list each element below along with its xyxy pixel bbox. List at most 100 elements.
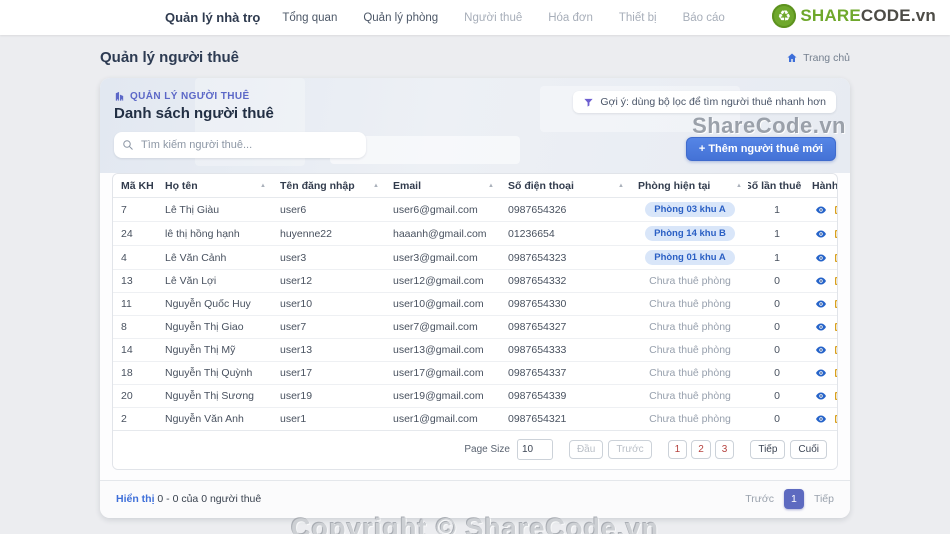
page-button-2[interactable]: 2 [691,440,711,459]
prev-page-button[interactable]: Trước [608,440,652,459]
tenant-row: 4 Lê Văn Cảnh user3 user3@gmail.com 09876543… [113,245,838,270]
nav-item-người-thuê[interactable]: Người thuê [464,12,522,24]
view-icon[interactable] [815,298,827,310]
tenant-row: 11 Nguyễn Quốc Huy user10 user10@gmail.com 0… [113,292,838,316]
page-head: Quản lý người thuê Trang chủ [0,35,950,70]
footer-current-page[interactable]: 1 [783,489,804,509]
tenant-id: 11 [113,292,157,316]
nav-item-hóa-đơn[interactable]: Hóa đơn [548,12,593,24]
edit-icon[interactable] [833,344,838,356]
sort-icon[interactable]: ▲ [803,183,804,189]
room-badge: Phòng 14 khu B [645,226,735,241]
tenant-id: 4 [113,245,157,270]
last-page-button[interactable]: Cuối [790,440,827,459]
edit-icon[interactable] [833,390,838,402]
tenant-email: user19@gmail.com [385,384,500,408]
row-actions [804,292,838,316]
rent-count: 0 [748,384,804,408]
add-tenant-button[interactable]: + Thêm người thuê mới [685,137,836,161]
view-icon[interactable] [815,367,827,379]
app-brand[interactable]: Quản lý nhà trọ [165,10,260,25]
sort-icon[interactable]: ▲ [260,183,266,189]
tenant-username: user6 [272,197,385,222]
tenant-row: 13 Lê Văn Lợi user12 user12@gmail.com 098765… [113,269,838,293]
sharecode-logo[interactable]: ♻ SHARECODE.vn [772,4,936,28]
column-header[interactable]: Phòng hiện tại ▲ [630,174,748,198]
room-badge: Phòng 03 khu A [645,202,735,217]
card-heading: Danh sách người thuê [114,105,274,122]
sort-icon[interactable]: ▲ [156,183,157,189]
first-page-button[interactable]: Đầu [568,440,604,459]
search-input[interactable] [141,139,358,151]
next-page-button[interactable]: Tiếp [750,440,786,459]
tenant-phone: 01236654 [500,221,630,246]
edit-icon[interactable] [833,275,838,287]
edit-icon[interactable] [833,252,838,264]
column-header[interactable]: Họ tên ▲ [157,174,272,198]
column-header[interactable]: Số điện thoại ▲ [500,174,630,198]
view-icon[interactable] [815,228,827,240]
edit-icon[interactable] [833,298,838,310]
edit-icon[interactable] [833,413,838,425]
tenant-room: Chưa thuê phòng [630,338,748,362]
edit-icon[interactable] [833,228,838,240]
view-icon[interactable] [815,344,827,356]
nav-item-báo-cáo[interactable]: Báo cáo [683,12,725,24]
tenant-room: Chưa thuê phòng [630,384,748,408]
tenant-phone: 0987654337 [500,361,630,385]
tenant-row: 20 Nguyễn Thị Sương user19 user19@gmail.com… [113,384,838,408]
rent-count: 0 [748,407,804,431]
footer-prev-button[interactable]: Trước [745,493,774,505]
nav-items: Tổng quan Quản lý phòng Người thuê Hóa đơn T… [282,12,724,24]
rent-count: 0 [748,361,804,385]
tenant-phone: 0987654333 [500,338,630,362]
sort-icon[interactable]: ▲ [618,183,624,189]
sort-icon[interactable]: ▲ [736,183,742,189]
row-actions [804,384,838,408]
page-button-3[interactable]: 3 [714,440,735,459]
column-header[interactable]: Tên đăng nhập ▲ [272,174,385,198]
nav-item-tổng-quan[interactable]: Tổng quan [282,12,337,24]
tip-text: Gợi ý: dùng bộ lọc để tìm người thuê nha… [600,96,826,108]
edit-icon[interactable] [833,367,838,379]
tip-pill: Gợi ý: dùng bộ lọc để tìm người thuê nha… [573,91,836,113]
edit-icon[interactable] [833,204,838,216]
tenant-room: Chưa thuê phòng [630,315,748,339]
tenant-row: 2 Nguyễn Văn Anh user1 user1@gmail.com 09876… [113,407,838,431]
nav-item-thiết-bị[interactable]: Thiết bị [619,12,657,24]
view-icon[interactable] [815,204,827,216]
edit-icon[interactable] [833,321,838,333]
sharecode-logo-text: SHARECODE.vn [800,6,936,25]
tenant-name: Nguyễn Thị Sương [157,384,272,408]
nav-item-quản-lý-phòng[interactable]: Quản lý phòng [363,12,438,24]
rent-count: 0 [748,269,804,293]
column-header[interactable]: Số lần thuê▲ [748,174,804,198]
tenant-name: Nguyễn Thị Mỹ [157,338,272,362]
tenant-phone: 0987654327 [500,315,630,339]
tenant-phone: 0987654339 [500,384,630,408]
tenant-name: Lê Văn Cảnh [157,245,272,270]
tenant-username: user7 [272,315,385,339]
column-header[interactable]: Mã KH▲ [113,174,157,198]
breadcrumb[interactable]: Trang chủ [786,52,850,64]
view-icon[interactable] [815,321,827,333]
view-icon[interactable] [815,390,827,402]
tenant-table-container: Mã KH▲Họ tên▲Tên đăng nhập▲Email▲Số điện… [112,173,838,470]
column-header[interactable]: Email ▲ [385,174,500,198]
tenant-id: 7 [113,197,157,222]
page-size-input[interactable] [516,439,553,460]
home-icon [787,53,797,62]
footer-next-button[interactable]: Tiếp [814,493,834,505]
tenant-id: 8 [113,315,157,339]
tenant-row: 18 Nguyễn Thị Quỳnh user17 user17@gmail.com… [113,361,838,385]
view-icon[interactable] [815,413,827,425]
page-button-1[interactable]: 1 [667,440,688,459]
view-icon[interactable] [815,252,827,264]
sort-icon[interactable]: ▲ [488,183,494,189]
sharecode-logo-icon: ♻ [772,4,797,28]
sort-icon[interactable]: ▲ [373,183,379,189]
view-icon[interactable] [815,275,827,287]
tenant-phone: 0987654332 [500,269,630,293]
tenant-name: Nguyễn Văn Anh [157,407,272,431]
no-room-label: Chưa thuê phòng [649,298,731,310]
